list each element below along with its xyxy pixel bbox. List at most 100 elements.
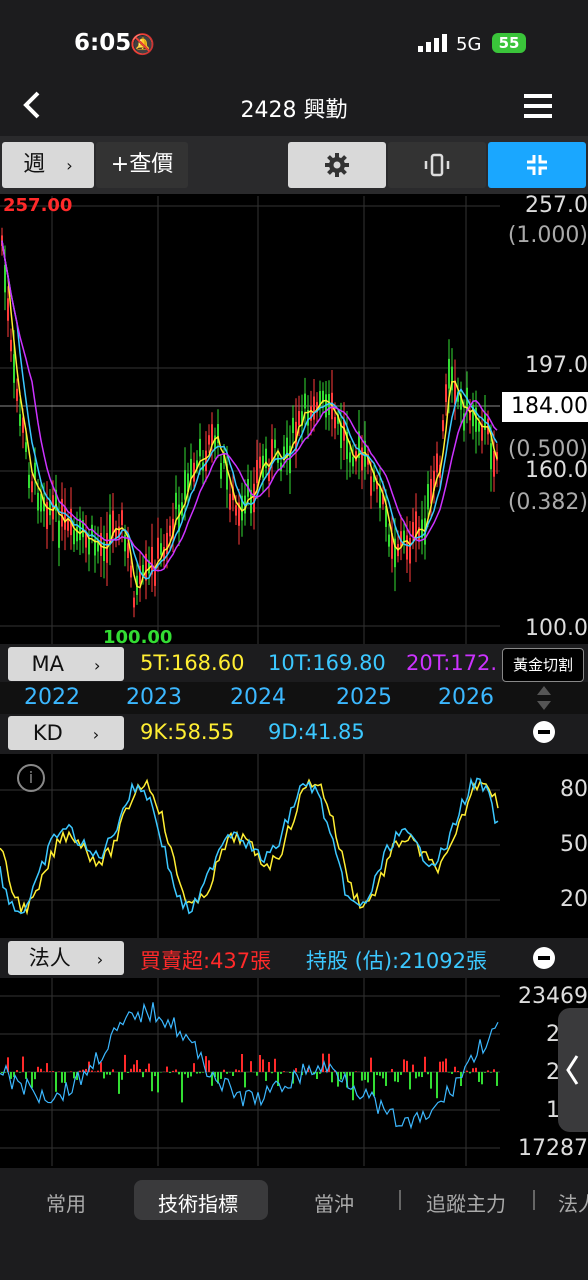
inst-bar — [379, 1072, 381, 1076]
inst-bar — [181, 1072, 183, 1103]
inst-bar — [184, 1072, 186, 1075]
inst-bar — [472, 1068, 474, 1072]
candle-body — [166, 532, 168, 555]
current-price-tag: 184.00 — [502, 392, 588, 422]
menu-icon[interactable] — [524, 94, 552, 122]
candle-body — [235, 505, 237, 516]
period-label: 週 — [23, 152, 46, 177]
net-buy-value: 買賣超:437張 — [140, 949, 272, 973]
side-drawer-handle[interactable] — [558, 1008, 588, 1132]
institutional-chart[interactable] — [0, 978, 500, 1166]
settings-button[interactable] — [288, 142, 386, 188]
price-axis-label: 100.0 — [525, 616, 588, 641]
candle-body — [292, 417, 294, 434]
d-value: 9D:41.85 — [268, 720, 365, 744]
inst-bar — [367, 1072, 369, 1083]
candle-body — [157, 537, 159, 559]
collapse-kd-icon[interactable] — [533, 721, 555, 743]
inst-bar — [187, 1072, 189, 1078]
inst-bar — [478, 1072, 480, 1082]
quote-button[interactable]: +查價 — [96, 142, 188, 188]
candle-body — [7, 298, 9, 321]
inst-bar — [199, 1072, 201, 1074]
inst-bar — [355, 1071, 357, 1072]
candle-body — [271, 439, 273, 462]
inst-bar — [409, 1072, 411, 1090]
inst-bar — [265, 1072, 267, 1081]
inst-bar — [349, 1072, 351, 1076]
inst-bar — [127, 1072, 129, 1073]
inst-selector[interactable]: 法人 › — [8, 941, 124, 975]
inst-bar — [430, 1072, 432, 1089]
inst-bar — [370, 1057, 372, 1072]
inst-bar — [244, 1072, 246, 1088]
tab-institutional[interactable]: 法人 — [558, 1188, 588, 1217]
info-icon[interactable]: i — [17, 764, 45, 792]
tab-common[interactable]: 常用 — [46, 1188, 86, 1217]
inst-bar — [223, 1069, 225, 1072]
fullscreen-button[interactable] — [488, 142, 586, 188]
price-axis-label: 197.0 — [525, 353, 588, 378]
inst-bar — [385, 1072, 387, 1086]
inst-bar — [238, 1070, 240, 1072]
page-title: 2428 興勤 — [240, 98, 348, 123]
kd-chart[interactable] — [0, 754, 500, 938]
candle-body — [88, 538, 90, 555]
candle-body — [175, 492, 177, 510]
inst-bar — [436, 1072, 438, 1099]
ma-selector[interactable]: MA › — [8, 647, 124, 681]
inst-bar — [52, 1071, 54, 1072]
ma10-value: 10T:169.80 — [268, 651, 386, 675]
inst-bar — [121, 1072, 123, 1080]
period-selector[interactable]: 週 › — [2, 142, 94, 188]
ma5-value: 5T:168.60 — [140, 651, 245, 675]
candle-body — [361, 447, 363, 471]
mute-icon: 🔕 — [130, 32, 155, 56]
candle-body — [313, 396, 315, 420]
resize-handle-icon[interactable] — [536, 684, 552, 716]
candle-body — [274, 439, 276, 448]
inst-bar — [1, 1072, 3, 1074]
inst-bar — [175, 1069, 177, 1072]
candle-body — [160, 543, 162, 555]
inst-bar — [373, 1072, 375, 1096]
inst-bar — [79, 1070, 81, 1072]
tab-tracking[interactable]: 追蹤主力 — [426, 1188, 506, 1217]
inst-bar — [46, 1063, 48, 1072]
inst-bar — [118, 1072, 120, 1094]
tab-technical[interactable]: 技術指標 — [158, 1188, 238, 1217]
kd-line — [0, 778, 499, 916]
inst-bar — [172, 1070, 174, 1072]
inst-bar — [166, 1066, 168, 1072]
inst-bar — [232, 1072, 234, 1076]
inst-bar — [460, 1072, 462, 1087]
rotate-button[interactable] — [388, 142, 486, 188]
candle-body — [334, 417, 336, 429]
signal-icon — [418, 34, 448, 56]
k-value: 9K:58.55 — [140, 720, 235, 744]
chevron-right-icon: › — [92, 725, 100, 744]
inst-bar — [109, 1072, 111, 1075]
tab-divider — [399, 1190, 401, 1210]
inst-bar — [403, 1059, 405, 1072]
candle-body — [67, 519, 69, 531]
candle-body — [406, 535, 408, 560]
golden-section-button[interactable]: 黃金切割 — [502, 648, 584, 682]
collapse-inst-icon[interactable] — [533, 947, 555, 969]
inst-bar — [139, 1069, 141, 1072]
inst-bar — [169, 1072, 171, 1074]
price-axis-label: 160.0 — [525, 458, 588, 483]
gear-icon — [325, 153, 349, 177]
inst-bar — [16, 1070, 18, 1072]
tab-daytrade[interactable]: 當沖 — [314, 1188, 354, 1217]
inst-bar — [100, 1062, 102, 1072]
inst-bar — [34, 1072, 36, 1080]
inst-bar — [64, 1072, 66, 1084]
kd-selector[interactable]: KD › — [8, 716, 124, 750]
inst-bar — [376, 1072, 378, 1076]
candle-body — [13, 354, 15, 383]
inst-bar — [178, 1072, 180, 1075]
price-axis-label: (0.382) — [507, 490, 588, 515]
inst-bar — [31, 1072, 33, 1088]
inst-bar — [229, 1072, 231, 1073]
